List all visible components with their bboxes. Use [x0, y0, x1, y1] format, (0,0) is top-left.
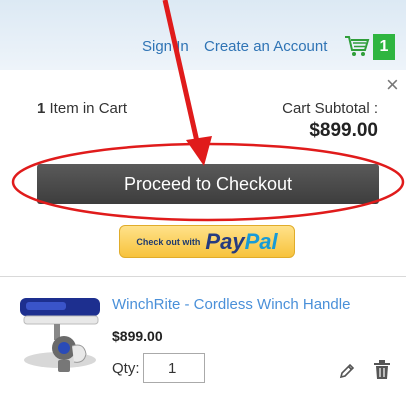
subtotal-value: $899.00 [309, 120, 378, 141]
proceed-to-checkout-button[interactable]: Proceed to Checkout [37, 164, 379, 204]
items-in-cart: 1 Item in Cart [37, 100, 127, 117]
annotation-arrow-head [186, 136, 212, 166]
cart-count-badge[interactable]: 1 [373, 34, 395, 60]
sign-in-link[interactable]: Sign In [142, 38, 189, 56]
paypal-checkout-button[interactable]: Check out with PayPal [119, 225, 295, 258]
product-image[interactable] [14, 290, 104, 382]
divider [0, 276, 406, 277]
subtotal-label: Cart Subtotal : [282, 100, 378, 117]
qty-label: Qty: [112, 360, 140, 377]
product-name-link[interactable]: WinchRite - Cordless Winch Handle [112, 296, 350, 313]
edit-icon[interactable] [338, 362, 356, 380]
close-icon[interactable]: × [386, 74, 399, 96]
create-account-link[interactable]: Create an Account [204, 38, 327, 56]
paypal-logo-pal: Pal [244, 228, 278, 254]
paypal-logo-pay: Pay [205, 228, 245, 254]
cart-icon[interactable] [344, 34, 370, 58]
item-count-label: Item in Cart [45, 100, 128, 117]
trash-icon[interactable] [373, 360, 391, 380]
qty-input[interactable] [143, 353, 205, 383]
paypal-prefix-text: Check out with [136, 236, 201, 247]
paypal-logo: PayPal [205, 229, 277, 255]
product-price: $899.00 [112, 328, 163, 344]
